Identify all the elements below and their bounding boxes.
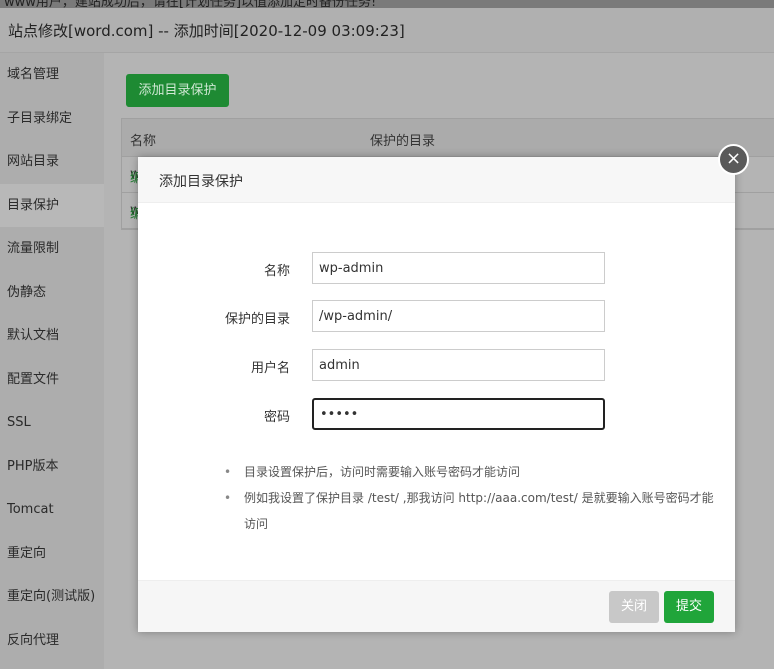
window-title: 站点修改[word.com] -- 添加时间[2020-12-09 03:09:… <box>0 8 774 53</box>
sidebar-item-redirect[interactable]: 重定向 <box>0 532 104 576</box>
dir-label: 保护的目录 <box>224 312 290 327</box>
username-label: 用户名 <box>250 361 290 376</box>
col-dir: 保护的目录 <box>370 134 436 149</box>
name-row: 名称 <box>138 252 735 284</box>
dir-input[interactable] <box>312 300 605 332</box>
sidebar-item-domain[interactable]: 域名管理 <box>0 53 104 97</box>
tip-text: 例如我设置了保护目录 /test/ ,那我访问 http://aaa.com/t… <box>244 491 714 531</box>
password-input[interactable] <box>312 398 605 430</box>
tip-item: • 例如我设置了保护目录 /test/ ,那我访问 http://aaa.com/… <box>224 491 714 531</box>
name-input[interactable] <box>312 252 605 284</box>
tips-list: • 目录设置保护后，访问时需要输入账号密码才能访问 • 例如我设置了保护目录 /te… <box>224 459 724 537</box>
sidebar-item-dir-protect[interactable]: 目录保护 <box>0 183 104 227</box>
sidebar-item-subdir-bind[interactable]: 子目录绑定 <box>0 97 104 141</box>
username-input[interactable] <box>312 349 605 381</box>
sidebar-item-php[interactable]: PHP版本 <box>0 445 104 489</box>
table-header: 名称 保护的目录 <box>122 119 774 157</box>
sidebar-item-config[interactable]: 配置文件 <box>0 358 104 402</box>
add-dir-protect-dialog: 添加目录保护 名称 保护的目录 用户名 密码 •目录设置保护后，访问时需要输入账… <box>138 157 735 632</box>
dir-row: 保护的目录 <box>138 300 735 332</box>
name-label: 名称 <box>263 264 290 279</box>
dialog-footer: 关闭 提交 <box>138 580 735 632</box>
sidebar-item-ssl[interactable]: SSL <box>0 401 104 445</box>
sidebar-item-tomcat[interactable]: Tomcat <box>0 488 104 532</box>
dialog-title: 添加目录保护 <box>138 157 735 203</box>
tip-item: • 目录设置保护后，访问时需要输入账号密码才能访问 <box>224 465 521 479</box>
top-notice: www用户，建站成功后，请在[计划任务]以值添加定时备份任务! <box>0 0 774 8</box>
sidebar: 域名管理 子目录绑定 网站目录 目录保护 流量限制 伪静态 默认文档 配置文件 … <box>0 53 104 669</box>
sidebar-item-default-doc[interactable]: 默认文档 <box>0 314 104 358</box>
sidebar-item-site-dir[interactable]: 网站目录 <box>0 140 104 184</box>
sidebar-item-redirect-beta[interactable]: 重定向(测试版) <box>0 575 104 619</box>
top-notice-text: www用户，建站成功后，请在[计划任务]以值添加定时备份任务! <box>4 0 377 8</box>
tip-text: 目录设置保护后，访问时需要输入账号密码才能访问 <box>244 465 521 479</box>
password-label: 密码 <box>263 410 290 425</box>
username-row: 用户名 <box>138 349 735 381</box>
sidebar-item-reverse-proxy[interactable]: 反向代理 <box>0 619 104 663</box>
password-row: 密码 <box>138 398 735 430</box>
add-dir-protect-button[interactable]: 添加目录保护 <box>126 74 229 107</box>
submit-button[interactable]: 提交 <box>664 591 714 623</box>
close-icon[interactable]: × <box>718 144 749 175</box>
sidebar-item-rewrite[interactable]: 伪静态 <box>0 271 104 315</box>
sidebar-item-traffic-limit[interactable]: 流量限制 <box>0 227 104 271</box>
close-button[interactable]: 关闭 <box>609 591 659 623</box>
col-name: 名称 <box>130 134 157 149</box>
